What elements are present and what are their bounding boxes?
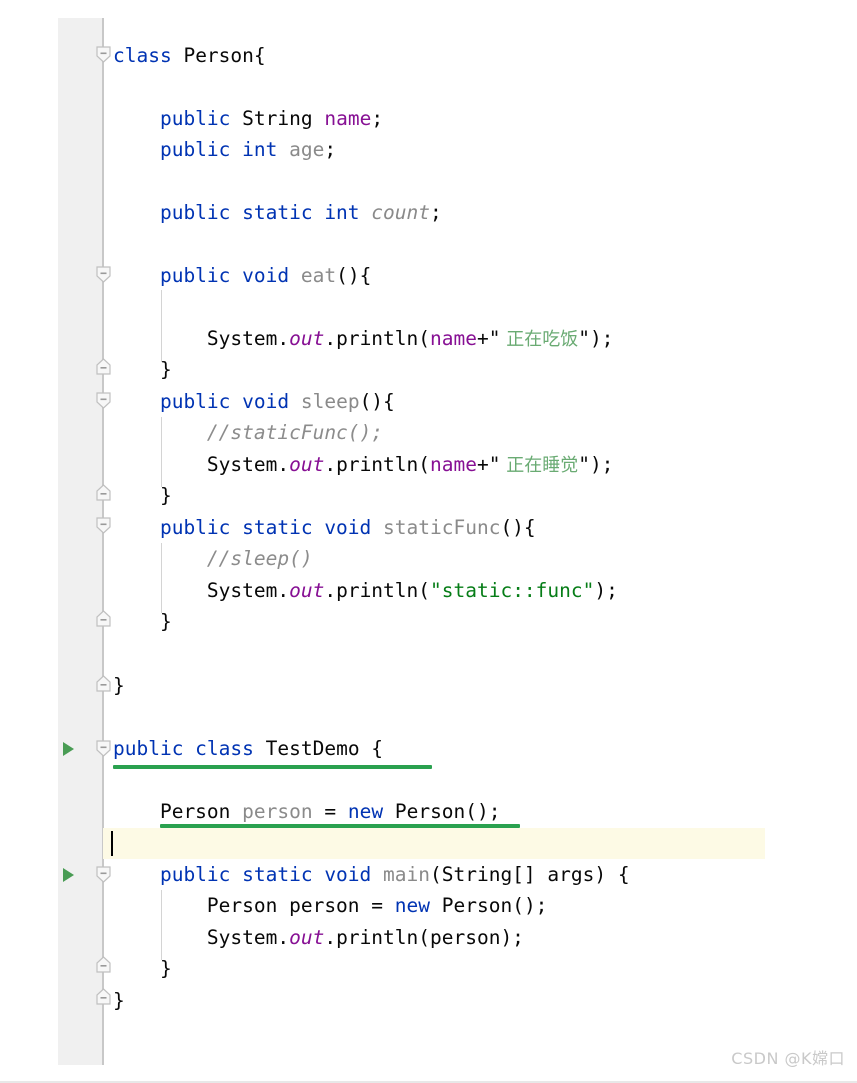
code-line-27[interactable]: public static void main(String[] args) {: [113, 859, 630, 890]
caret-line-highlight: [103, 828, 765, 859]
code-line-29[interactable]: System.out.println(person);: [113, 922, 524, 953]
editor-gutter[interactable]: [58, 18, 103, 1065]
fold-end-icon[interactable]: [96, 358, 111, 375]
code-line-6[interactable]: public static int count;: [113, 197, 442, 228]
fold-end-icon[interactable]: [96, 988, 111, 1005]
code-line-28[interactable]: Person person = new Person();: [113, 890, 548, 921]
code-line-23[interactable]: public class TestDemo {: [113, 733, 383, 764]
code-line-1[interactable]: class Person{: [113, 40, 266, 71]
fold-collapse-icon[interactable]: [96, 517, 111, 534]
code-line-4[interactable]: public int age;: [113, 134, 336, 165]
code-line-15[interactable]: }: [113, 480, 172, 511]
run-main-method-icon[interactable]: [63, 868, 74, 882]
code-line-8[interactable]: public void eat(){: [113, 260, 371, 291]
code-line-16[interactable]: public static void staticFunc(){: [113, 512, 536, 543]
fold-end-icon[interactable]: [96, 675, 111, 692]
code-line-10[interactable]: System.out.println(name+" 正在吃饭");: [113, 323, 614, 354]
code-line-11[interactable]: }: [113, 354, 172, 385]
code-line-13[interactable]: //staticFunc();: [113, 417, 383, 448]
run-class-icon[interactable]: [63, 742, 74, 756]
fold-rail: [102, 18, 104, 1065]
fold-collapse-icon[interactable]: [96, 46, 111, 63]
code-line-21[interactable]: }: [113, 670, 125, 701]
fold-collapse-icon[interactable]: [96, 740, 111, 757]
fold-collapse-icon[interactable]: [96, 392, 111, 409]
inspection-underline-testdemo: [113, 765, 432, 769]
fold-collapse-icon[interactable]: [96, 866, 111, 883]
fold-end-icon[interactable]: [96, 956, 111, 973]
code-line-14[interactable]: System.out.println(name+" 正在睡觉");: [113, 449, 614, 480]
code-line-17[interactable]: //sleep(): [113, 543, 313, 574]
code-line-31[interactable]: }: [113, 985, 125, 1016]
editor-left-margin: [0, 0, 58, 1083]
code-line-12[interactable]: public void sleep(){: [113, 386, 395, 417]
code-line-25[interactable]: Person person = new Person();: [113, 796, 501, 827]
fold-end-icon[interactable]: [96, 484, 111, 501]
code-editor[interactable]: class Person{ public String name; public…: [0, 0, 857, 1083]
code-line-18[interactable]: System.out.println("static::func");: [113, 575, 618, 606]
code-line-19[interactable]: }: [113, 606, 172, 637]
csdn-watermark: CSDN @K嫦口: [731, 1049, 845, 1068]
fold-end-icon[interactable]: [96, 610, 111, 627]
code-line-3[interactable]: public String name;: [113, 103, 383, 134]
text-caret: [111, 831, 113, 856]
code-line-30[interactable]: }: [113, 953, 172, 984]
fold-collapse-icon[interactable]: [96, 266, 111, 283]
